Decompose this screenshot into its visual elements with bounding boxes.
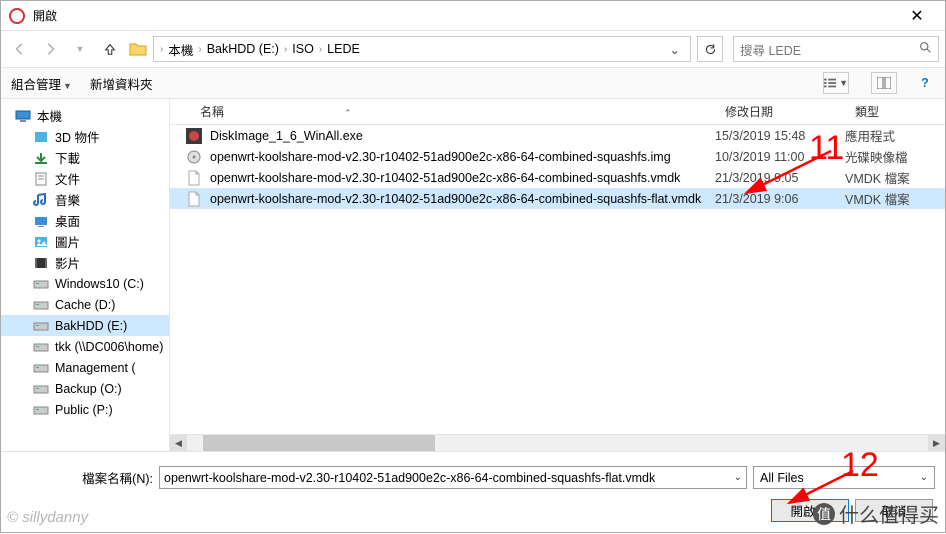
bottom-bar: 檔案名稱(N): openwrt-koolshare-mod-v2.30-r10… xyxy=(1,451,945,532)
tree-item[interactable]: Windows10 (C:) xyxy=(1,273,169,294)
refresh-button[interactable] xyxy=(697,36,723,62)
scroll-left-icon[interactable]: ◀ xyxy=(170,435,187,451)
folder-icon xyxy=(33,361,49,375)
search-input[interactable]: 搜尋 LEDE xyxy=(733,36,939,62)
recent-dropdown[interactable]: ▼ xyxy=(67,36,93,62)
folder-icon xyxy=(33,277,49,291)
file-icon xyxy=(186,191,202,207)
tree-root[interactable]: 本機 xyxy=(1,105,169,126)
tree-item[interactable]: 圖片 xyxy=(1,231,169,252)
tree-item[interactable]: Cache (D:) xyxy=(1,294,169,315)
tree-item[interactable]: Public (P:) xyxy=(1,399,169,420)
filename-input[interactable]: openwrt-koolshare-mod-v2.30-r10402-51ad9… xyxy=(159,466,747,489)
folder-icon xyxy=(33,130,49,144)
crumb-drive[interactable]: BakHDD (E:) xyxy=(204,42,282,56)
chevron-right-icon: › xyxy=(196,44,203,55)
file-list[interactable]: DiskImage_1_6_WinAll.exe15/3/2019 15:48應… xyxy=(170,125,945,434)
col-type[interactable]: 類型 xyxy=(845,103,945,120)
navbar: ▼ › 本機 › BakHDD (E:) › ISO › LEDE ⌄ 搜尋 L… xyxy=(1,31,945,67)
tree-item[interactable]: tkk (\\DC006\home) xyxy=(1,336,169,357)
folder-icon xyxy=(33,235,49,249)
col-name[interactable]: 名稱⌃ xyxy=(170,103,715,120)
crumb-root[interactable]: 本機 xyxy=(165,40,196,59)
file-date: 21/3/2019 9:05 xyxy=(715,171,845,185)
chevron-down-icon: ⌄ xyxy=(920,472,928,483)
h-scrollbar[interactable]: ◀ ▶ xyxy=(170,434,945,451)
toolbar: 組合管理▼ 新增資料夾 ▼ ? xyxy=(1,67,945,99)
file-row[interactable]: openwrt-koolshare-mod-v2.30-r10402-51ad9… xyxy=(170,167,945,188)
tree-item[interactable]: BakHDD (E:) xyxy=(1,315,169,336)
smzdm-icon: 值 xyxy=(813,503,835,525)
tree-item[interactable]: 3D 物件 xyxy=(1,126,169,147)
filename-value: openwrt-koolshare-mod-v2.30-r10402-51ad9… xyxy=(164,471,655,485)
watermark: © sillydanny xyxy=(7,509,88,526)
chevron-right-icon: › xyxy=(317,44,324,55)
folder-icon xyxy=(33,172,49,186)
crumb-folder2[interactable]: LEDE xyxy=(324,42,363,56)
breadcrumb[interactable]: › 本機 › BakHDD (E:) › ISO › LEDE ⌄ xyxy=(153,36,691,62)
folder-icon xyxy=(33,340,49,354)
breadcrumb-drop-icon[interactable]: ⌄ xyxy=(664,42,686,57)
file-date: 21/3/2019 9:06 xyxy=(715,192,845,206)
forward-button[interactable] xyxy=(37,36,63,62)
tree-item[interactable]: 影片 xyxy=(1,252,169,273)
search-icon xyxy=(919,41,932,57)
filename-label: 檔案名稱(N): xyxy=(11,468,153,487)
close-button[interactable]: ✕ xyxy=(897,6,937,26)
folder-icon xyxy=(33,298,49,312)
folder-icon xyxy=(33,193,49,207)
titlebar: 開啟 ✕ xyxy=(1,1,945,31)
file-name: openwrt-koolshare-mod-v2.30-r10402-51ad9… xyxy=(210,192,715,206)
view-mode-button[interactable]: ▼ xyxy=(823,72,849,94)
column-headers[interactable]: 名稱⌃ 修改日期 類型 xyxy=(170,99,945,125)
organize-button[interactable]: 組合管理▼ xyxy=(11,74,72,93)
back-button[interactable] xyxy=(7,36,33,62)
file-name: openwrt-koolshare-mod-v2.30-r10402-51ad9… xyxy=(210,150,715,164)
watermark-smzdm: 值 什么值得买 xyxy=(813,499,939,528)
file-name: DiskImage_1_6_WinAll.exe xyxy=(210,129,715,143)
scroll-right-icon[interactable]: ▶ xyxy=(928,435,945,451)
file-icon xyxy=(186,170,202,186)
folder-icon xyxy=(127,38,149,60)
tree-item[interactable]: Backup (O:) xyxy=(1,378,169,399)
tree-item[interactable]: Management ( xyxy=(1,357,169,378)
up-button[interactable] xyxy=(97,36,123,62)
folder-icon xyxy=(33,256,49,270)
file-name: openwrt-koolshare-mod-v2.30-r10402-51ad9… xyxy=(210,171,715,185)
folder-icon xyxy=(33,214,49,228)
col-date[interactable]: 修改日期 xyxy=(715,103,845,120)
annotation-11: 11 xyxy=(809,129,844,168)
preview-pane-button[interactable] xyxy=(871,72,897,94)
file-icon xyxy=(186,149,202,165)
chevron-down-icon[interactable]: ⌄ xyxy=(734,472,742,483)
file-type: 光碟映像檔 xyxy=(845,147,945,166)
file-icon xyxy=(186,128,202,144)
folder-icon xyxy=(33,319,49,333)
chevron-right-icon: › xyxy=(158,44,165,55)
search-placeholder: 搜尋 LEDE xyxy=(740,40,801,59)
tree-item[interactable]: 文件 xyxy=(1,168,169,189)
chevron-right-icon: › xyxy=(282,44,289,55)
computer-icon xyxy=(15,109,31,123)
annotation-12: 12 xyxy=(841,446,879,485)
help-button[interactable]: ? xyxy=(915,76,935,90)
file-type: VMDK 檔案 xyxy=(845,168,945,187)
sort-icon: ⌃ xyxy=(344,108,352,118)
newfolder-button[interactable]: 新增資料夾 xyxy=(90,74,153,93)
app-icon xyxy=(9,8,25,24)
folder-icon xyxy=(33,151,49,165)
crumb-folder1[interactable]: ISO xyxy=(289,42,317,56)
tree-item[interactable]: 桌面 xyxy=(1,210,169,231)
main-split: 本機 3D 物件下載文件音樂桌面圖片影片Windows10 (C:)Cache … xyxy=(1,99,945,451)
window-title: 開啟 xyxy=(33,7,897,24)
folder-icon xyxy=(33,403,49,417)
sidebar-tree[interactable]: 本機 3D 物件下載文件音樂桌面圖片影片Windows10 (C:)Cache … xyxy=(1,99,170,451)
file-row[interactable]: openwrt-koolshare-mod-v2.30-r10402-51ad9… xyxy=(170,188,945,209)
file-type: VMDK 檔案 xyxy=(845,189,945,208)
file-type: 應用程式 xyxy=(845,126,945,145)
folder-icon xyxy=(33,382,49,396)
scroll-thumb[interactable] xyxy=(203,435,436,451)
tree-item[interactable]: 音樂 xyxy=(1,189,169,210)
tree-item[interactable]: 下載 xyxy=(1,147,169,168)
